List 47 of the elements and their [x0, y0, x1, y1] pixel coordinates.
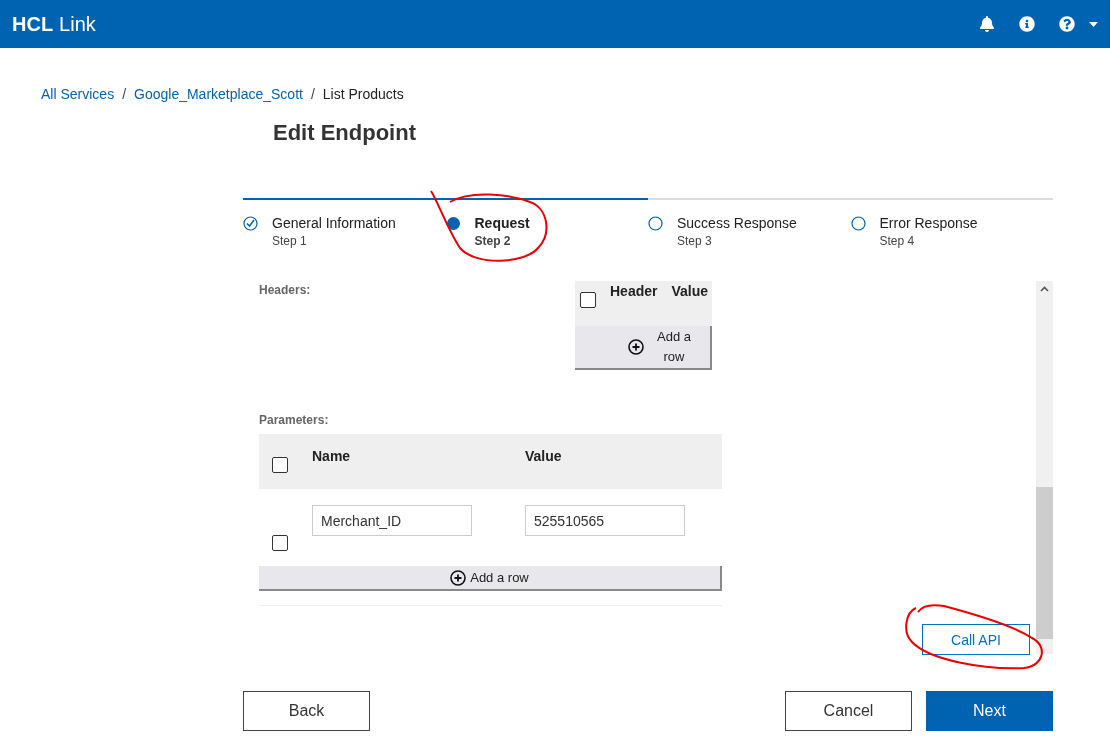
value-input[interactable]: 525510565 [525, 505, 685, 536]
scrollbar[interactable] [1036, 281, 1053, 654]
step-number: Step 4 [879, 234, 916, 248]
plus-circle-icon [628, 339, 644, 355]
call-api-button[interactable]: Call API [922, 624, 1030, 655]
stepper-step[interactable]: Error Response Step 4 [850, 198, 1053, 248]
column-header: Header [610, 282, 658, 301]
section-label: Parameters: [259, 412, 329, 427]
step-number: Step 3 [677, 234, 713, 248]
column-header: Value [671, 282, 709, 301]
page-title: Edit Endpoint [273, 120, 417, 146]
check-circle-icon [243, 216, 258, 231]
name-input[interactable]: Merchant_ID [312, 505, 472, 536]
step-pending-icon [850, 216, 866, 231]
step-title: Success Response [677, 215, 797, 231]
help-icon[interactable] [1059, 16, 1098, 32]
column-header: Value [525, 447, 562, 466]
step-title: General Information [272, 215, 396, 231]
breadcrumb-separator: / [310, 86, 315, 102]
step-pending-icon [648, 216, 663, 231]
breadcrumb-link[interactable]: Google_Marketplace_Scott [134, 86, 303, 102]
scroll-up-icon[interactable] [1040, 286, 1049, 292]
info-icon[interactable] [1019, 16, 1035, 32]
back-button[interactable]: Back [243, 691, 370, 731]
breadcrumb-separator: / [122, 86, 127, 102]
stepper-step[interactable]: General Information Step 1 [243, 198, 446, 248]
add-row-button[interactable]: Add a row [575, 326, 712, 370]
cancel-button[interactable]: Cancel [785, 691, 912, 731]
notifications-bell-icon[interactable] [979, 16, 995, 32]
section-label: Headers: [259, 282, 312, 297]
add-row-button[interactable]: Add a row [259, 566, 722, 591]
checkbox[interactable] [580, 292, 596, 308]
step-title: Request [474, 215, 530, 231]
step-current-icon [445, 216, 461, 231]
column-header: Name [312, 447, 351, 466]
checkbox[interactable] [272, 535, 288, 551]
plus-circle-icon [450, 569, 467, 586]
step-number: Step 2 [474, 234, 512, 248]
step-number: Step 1 [272, 234, 308, 248]
app-logo: HCL Link [12, 12, 97, 36]
stepper-step[interactable]: Success Response Step 3 [648, 198, 851, 248]
step-title: Error Response [879, 215, 978, 231]
breadcrumb-current[interactable]: List Products [322, 86, 404, 102]
breadcrumb-link[interactable]: All Services [41, 86, 115, 102]
next-button[interactable]: Next [926, 691, 1053, 731]
stepper-step[interactable]: Request Step 2 [445, 198, 648, 248]
checkbox[interactable] [272, 457, 288, 473]
